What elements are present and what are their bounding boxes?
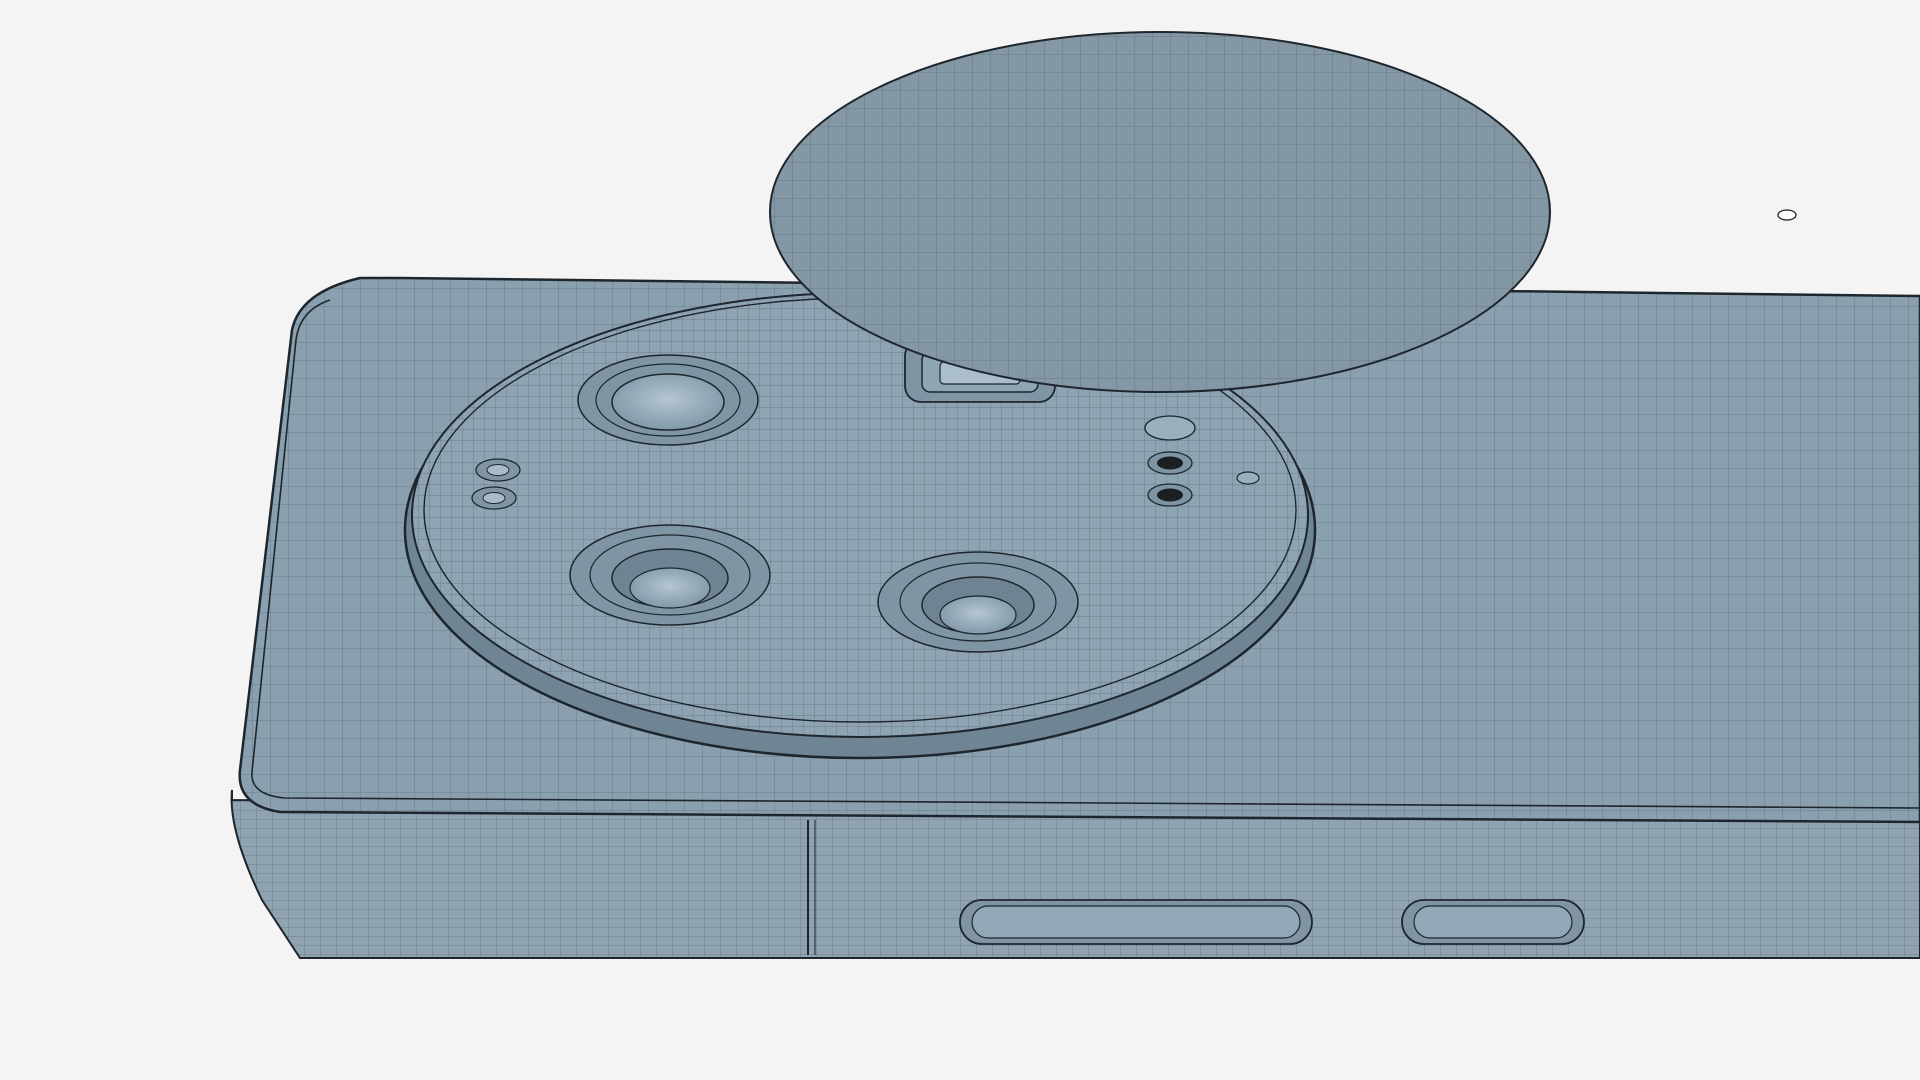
volume-button — [959, 899, 1313, 945]
sensor-right-top — [1144, 415, 1196, 441]
sensor-left-bottom — [471, 486, 517, 510]
sensor-left-top — [475, 458, 521, 482]
power-button — [1401, 899, 1585, 945]
lens-top-left — [577, 354, 759, 446]
lens-bottom-left — [569, 524, 771, 626]
lens-bottom-right — [877, 551, 1079, 653]
sensor-right-small — [1236, 471, 1260, 485]
disc-pin-hole — [1777, 209, 1797, 221]
sensor-right-dark-1 — [1147, 451, 1193, 475]
sensor-right-dark-2 — [1147, 483, 1193, 507]
phone-wireframe-render — [0, 0, 1920, 1080]
